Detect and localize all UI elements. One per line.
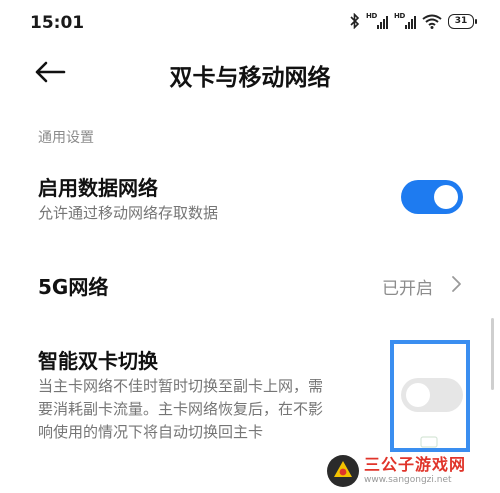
- five-g-title: 5G网络: [38, 275, 109, 299]
- status-bar: 15:01 HD HD 31: [0, 0, 500, 44]
- battery-icon: 31: [448, 13, 477, 29]
- signal-hd-label: HD: [366, 12, 378, 20]
- signal-icon: HD: [366, 12, 388, 30]
- status-icons: HD HD 31: [350, 12, 477, 30]
- data-network-toggle[interactable]: [401, 180, 463, 214]
- five-g-status: 已开启: [382, 279, 433, 299]
- smart-dual-desc-line3: 响使用的情况下将自动切换回主卡: [38, 423, 264, 441]
- signal-hd-label: HD: [394, 12, 406, 20]
- title-bar: 双卡与移动网络: [0, 44, 500, 104]
- watermark-logo-icon: [327, 455, 359, 487]
- smart-dual-desc-line1: 当主卡网络不佳时暂时切换至副卡上网，需: [38, 377, 324, 395]
- toggle-knob: [406, 383, 430, 407]
- watermark-name: 三公子游戏网: [364, 455, 467, 474]
- card-icon: [420, 436, 438, 448]
- watermark-url: www.sangongzi.net: [364, 475, 452, 485]
- status-time: 15:01: [30, 13, 85, 33]
- bluetooth-icon: [350, 13, 360, 29]
- smart-dual-desc-line2: 要消耗副卡流量。主卡网络恢复后，在不影: [38, 400, 324, 418]
- watermark: 三公子游戏网 www.sangongzi.net: [326, 452, 498, 490]
- smart-dual-toggle[interactable]: [401, 378, 463, 412]
- data-network-title: 启用数据网络: [38, 176, 158, 200]
- section-header: 通用设置: [38, 130, 94, 146]
- toggle-knob: [434, 185, 458, 209]
- scrollbar[interactable]: [491, 318, 494, 390]
- data-network-subtitle: 允许通过移动网络存取数据: [38, 204, 219, 222]
- back-button[interactable]: [34, 60, 74, 90]
- wifi-icon: [422, 14, 442, 29]
- back-arrow-icon: [35, 61, 66, 83]
- chevron-right-icon: [452, 276, 461, 292]
- smart-dual-title: 智能双卡切换: [38, 349, 158, 373]
- page-title: 双卡与移动网络: [169, 65, 331, 91]
- signal-icon: HD: [394, 12, 416, 30]
